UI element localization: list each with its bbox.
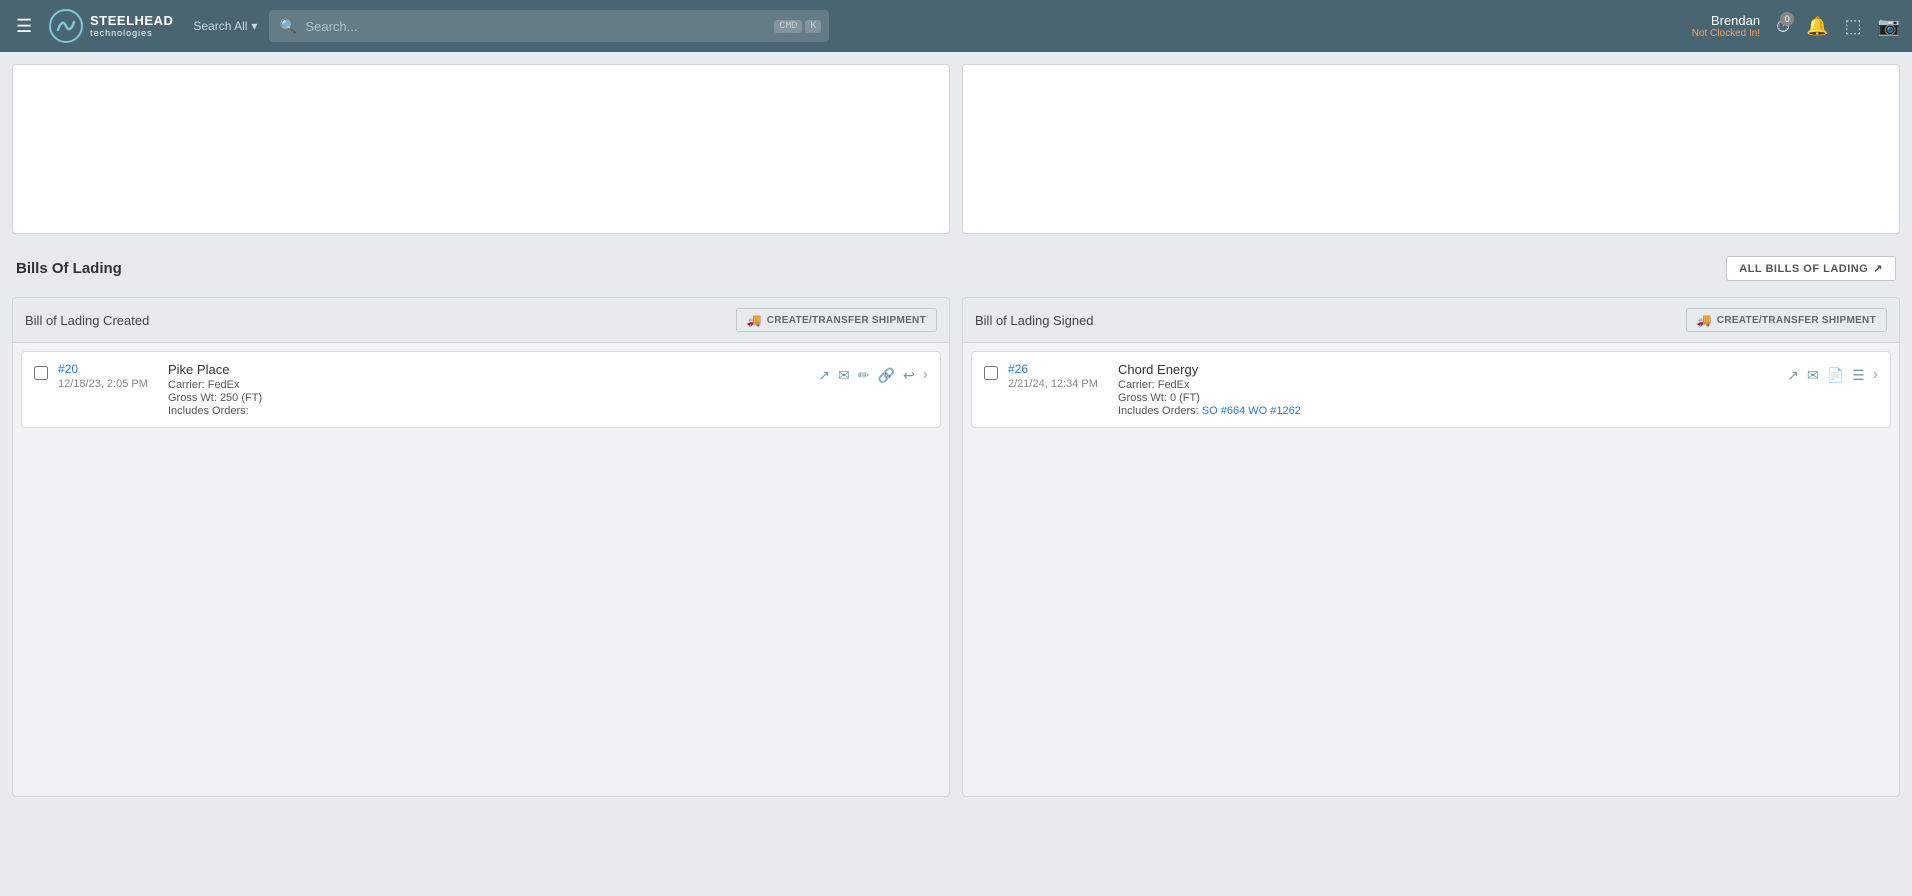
bol-carrier-signed: Carrier: FedEx — [1118, 379, 1777, 391]
bell-icon[interactable]: 🔔 — [1806, 16, 1828, 37]
bol-carrier: Carrier: FedEx — [168, 379, 808, 391]
chevron-right-icon[interactable]: › — [923, 366, 928, 384]
bol-created-header: Bill of Lading Created 🚚 CREATE/TRANSFER… — [13, 298, 949, 343]
search-keyboard-shortcut: CMD K — [774, 20, 821, 33]
bol-section-title: Bills Of Lading — [16, 260, 122, 277]
truck-icon-signed: 🚚 — [1697, 313, 1712, 327]
logo-icon — [48, 8, 84, 44]
header-right: Brendan Not Clocked In! ⏱ 0 🔔 ⬚ 📷 — [1692, 13, 1900, 39]
bol-date-signed: 2/21/24, 12:34 PM — [1008, 378, 1108, 390]
bol-signed-title: Bill of Lading Signed — [975, 313, 1094, 328]
bol-id-link[interactable]: #20 — [58, 362, 158, 376]
dropdown-icon: ▾ — [251, 19, 257, 33]
all-bol-button[interactable]: ALL BILLS OF LADING ↗ — [1726, 256, 1896, 281]
bol-date: 12/18/23, 2:05 PM — [58, 378, 158, 390]
bol-item-actions-signed: ↗ ✉ 📄 ☰ › — [1787, 366, 1878, 384]
bol-signed-column: Bill of Lading Signed 🚚 CREATE/TRANSFER … — [962, 297, 1900, 797]
open-external-icon-signed[interactable]: ↗ — [1787, 367, 1799, 384]
main-content: Bills Of Lading ALL BILLS OF LADING ↗ Bi… — [0, 52, 1912, 809]
bol-signed-header: Bill of Lading Signed 🚚 CREATE/TRANSFER … — [963, 298, 1899, 343]
email-icon[interactable]: ✉ — [838, 367, 850, 384]
undo-icon[interactable]: ↩ — [903, 367, 915, 384]
bol-created-title: Bill of Lading Created — [25, 313, 149, 328]
create-shipment-button-signed[interactable]: 🚚 CREATE/TRANSFER SHIPMENT — [1686, 308, 1888, 332]
external-link-icon: ↗ — [1873, 262, 1883, 275]
bol-id-date: #20 12/18/23, 2:05 PM — [58, 362, 158, 390]
wo-link[interactable]: WO #1262 — [1248, 405, 1301, 417]
camera-icon[interactable]: 📷 — [1878, 16, 1900, 37]
search-container: 🔍 CMD K — [269, 10, 829, 42]
k-key: K — [805, 20, 821, 33]
list-icon[interactable]: ☰ — [1852, 367, 1865, 384]
logo-subtext: technologies — [90, 28, 173, 39]
email-icon-signed[interactable]: ✉ — [1807, 367, 1819, 384]
clock-icon[interactable]: ⏱ 0 — [1776, 16, 1790, 37]
logo: STEELHEAD technologies — [48, 8, 173, 44]
user-name: Brendan — [1692, 13, 1760, 28]
right-panel — [962, 64, 1900, 234]
link-icon[interactable]: 🔗 — [878, 367, 895, 384]
so-link[interactable]: SO #664 — [1202, 405, 1245, 417]
bol-created-items: #20 12/18/23, 2:05 PM Pike Place Carrier… — [13, 343, 949, 442]
bol-company-signed: Chord Energy — [1118, 362, 1777, 377]
bol-details: Pike Place Carrier: FedEx Gross Wt: 250 … — [168, 362, 808, 417]
bol-section: Bills Of Lading ALL BILLS OF LADING ↗ Bi… — [12, 246, 1900, 797]
bol-id-date-signed: #26 2/21/24, 12:34 PM — [1008, 362, 1108, 390]
clock-badge: 0 — [1780, 12, 1794, 26]
left-panel — [12, 64, 950, 234]
logo-text: STEELHEAD — [90, 13, 173, 29]
bol-details-signed: Chord Energy Carrier: FedEx Gross Wt: 0 … — [1118, 362, 1777, 417]
bol-item-checkbox[interactable] — [34, 366, 48, 380]
edit-icon[interactable]: ✏ — [858, 367, 870, 384]
user-clock-status: Not Clocked In! — [1692, 28, 1760, 39]
search-all-button[interactable]: Search All ▾ — [193, 19, 257, 33]
bol-item-actions: ↗ ✉ ✏ 🔗 ↩ › — [818, 366, 928, 384]
bol-signed-items: #26 2/21/24, 12:34 PM Chord Energy Carri… — [963, 343, 1899, 442]
bol-company: Pike Place — [168, 362, 808, 377]
menu-icon[interactable]: ☰ — [12, 12, 36, 41]
chevron-right-icon-signed[interactable]: › — [1873, 366, 1878, 384]
bol-created-column: Bill of Lading Created 🚚 CREATE/TRANSFER… — [12, 297, 950, 797]
bol-item: #26 2/21/24, 12:34 PM Chord Energy Carri… — [971, 351, 1891, 428]
bol-columns: Bill of Lading Created 🚚 CREATE/TRANSFER… — [12, 297, 1900, 797]
bol-orders: Includes Orders: — [168, 405, 808, 417]
search-icon: 🔍 — [279, 18, 296, 35]
bol-orders-signed: Includes Orders: SO #664 WO #1262 — [1118, 405, 1777, 417]
bol-weight: Gross Wt: 250 (FT) — [168, 392, 808, 404]
user-info: Brendan Not Clocked In! — [1692, 13, 1760, 39]
logout-icon[interactable]: ⬚ — [1845, 16, 1862, 37]
open-external-icon[interactable]: ↗ — [818, 367, 830, 384]
top-panels — [12, 64, 1900, 234]
cmd-key: CMD — [774, 20, 802, 33]
bol-item: #20 12/18/23, 2:05 PM Pike Place Carrier… — [21, 351, 941, 428]
bol-id-link-signed[interactable]: #26 — [1008, 362, 1108, 376]
create-shipment-button-created[interactable]: 🚚 CREATE/TRANSFER SHIPMENT — [736, 308, 938, 332]
app-header: ☰ STEELHEAD technologies Search All ▾ 🔍 … — [0, 0, 1912, 52]
search-input[interactable] — [269, 10, 829, 42]
bol-weight-signed: Gross Wt: 0 (FT) — [1118, 392, 1777, 404]
truck-icon: 🚚 — [747, 313, 762, 327]
bol-item-checkbox-signed[interactable] — [984, 366, 998, 380]
bol-section-header: Bills Of Lading ALL BILLS OF LADING ↗ — [12, 246, 1900, 291]
document-icon[interactable]: 📄 — [1827, 367, 1844, 384]
